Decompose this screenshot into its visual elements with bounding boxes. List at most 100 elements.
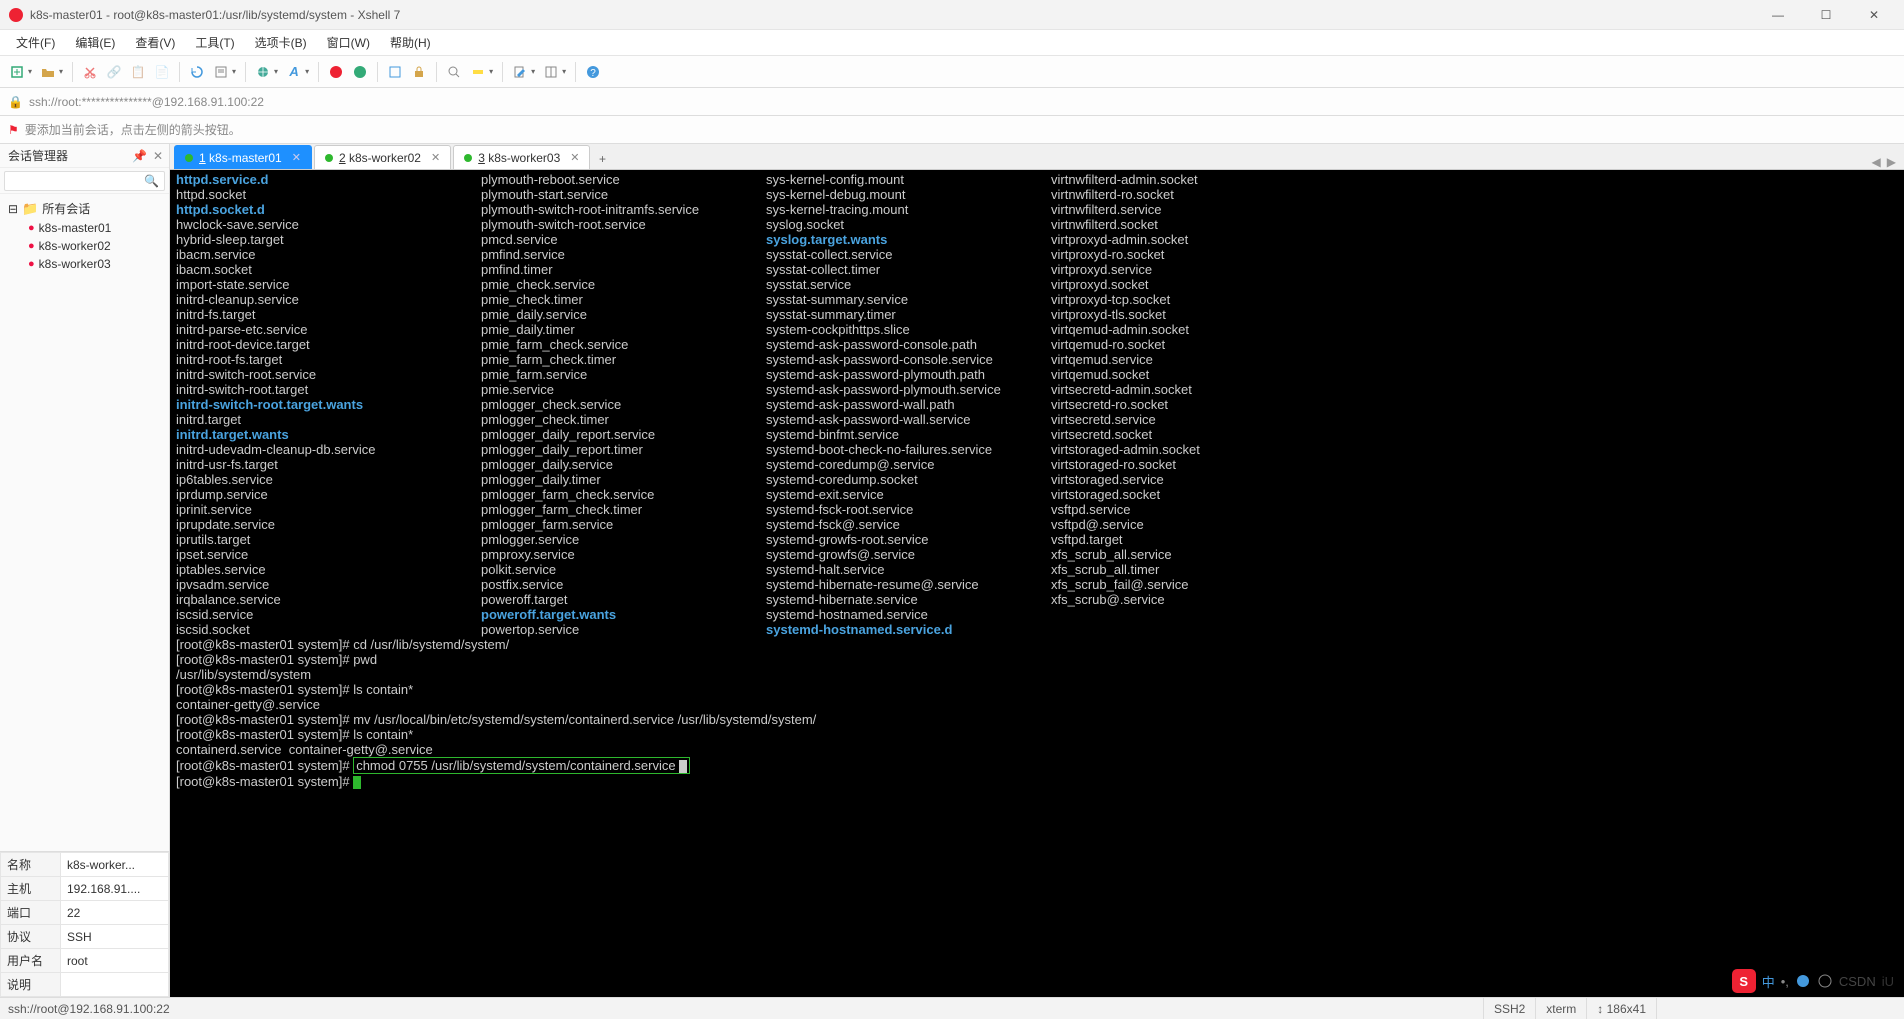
status-term: xterm	[1535, 998, 1586, 1019]
close-icon[interactable]: ✕	[431, 151, 440, 164]
lock-icon: 🔒	[8, 95, 23, 109]
tab-label: 1 k8s-master01	[199, 151, 282, 165]
reconnect-icon[interactable]	[186, 61, 208, 83]
sidebar-header: 会话管理器 📌 ✕	[0, 144, 169, 168]
term-row: initrd-switch-root.target.wantspmlogger_…	[176, 397, 1898, 412]
menu-item[interactable]: 选项卡(B)	[245, 31, 317, 54]
term-row: ip6tables.servicepmlogger_daily.timersys…	[176, 472, 1898, 487]
svg-text:?: ?	[590, 68, 596, 79]
lock-icon[interactable]	[408, 61, 430, 83]
term-row: iprdump.servicepmlogger_farm_check.servi…	[176, 487, 1898, 502]
tab-next-icon[interactable]: ▶	[1887, 155, 1896, 169]
close-button[interactable]: ✕	[1852, 1, 1896, 29]
menu-item[interactable]: 帮助(H)	[380, 31, 441, 54]
term-row: initrd-fs.targetpmie_daily.servicesyssta…	[176, 307, 1898, 322]
tab[interactable]: 1 k8s-master01 ✕	[174, 145, 312, 169]
prop-val: 22	[61, 901, 169, 925]
cut-icon[interactable]	[79, 61, 101, 83]
sidebar: 会话管理器 📌 ✕ 🔍 ⊟ 📁 所有会话 ● k8s-master01 ●k8s-w…	[0, 144, 170, 997]
help-icon[interactable]: ?	[582, 61, 604, 83]
tab-prev-icon[interactable]: ◀	[1872, 155, 1881, 169]
menu-item[interactable]: 窗口(W)	[317, 31, 380, 54]
maximize-button[interactable]: ☐	[1804, 1, 1848, 29]
open-folder-icon[interactable]	[37, 61, 59, 83]
tab[interactable]: 2 k8s-worker02✕	[314, 145, 451, 169]
term-line: [root@k8s-master01 system]# ls contain*	[176, 727, 1898, 742]
tree-host-label: k8s-worker03	[39, 257, 111, 271]
fullscreen-icon[interactable]	[384, 61, 406, 83]
tree-root-label: 所有会话	[42, 200, 90, 217]
address-text[interactable]: ssh://root:***************@192.168.91.10…	[29, 95, 264, 109]
tab-nav: ◀ ▶	[1872, 155, 1896, 169]
search-icon[interactable]	[443, 61, 465, 83]
link-icon[interactable]: 🔗	[103, 61, 125, 83]
minus-icon: ⊟	[8, 202, 18, 216]
globe-icon[interactable]	[252, 61, 274, 83]
properties-icon[interactable]	[210, 61, 232, 83]
tab[interactable]: 3 k8s-worker03✕	[453, 145, 590, 169]
prop-row: 名称k8s-worker...	[1, 853, 169, 877]
prop-key: 协议	[1, 925, 61, 949]
tree-host[interactable]: ● k8s-master01	[0, 219, 169, 237]
new-session-icon[interactable]	[6, 61, 28, 83]
term-line: /usr/lib/systemd/system	[176, 667, 1898, 682]
term-row: initrd-switch-root.servicepmie_farm.serv…	[176, 367, 1898, 382]
term-row: hwclock-save.serviceplymouth-switch-root…	[176, 217, 1898, 232]
menu-item[interactable]: 编辑(E)	[65, 31, 125, 54]
xshell-icon[interactable]	[325, 61, 347, 83]
menu-item[interactable]: 查看(V)	[125, 31, 185, 54]
term-row: iscsid.servicepoweroff.target.wantssyste…	[176, 607, 1898, 622]
titlebar: k8s-master01 - root@k8s-master01:/usr/li…	[0, 0, 1904, 30]
term-line: [root@k8s-master01 system]# cd /usr/lib/…	[176, 637, 1898, 652]
mic-icon	[1795, 973, 1811, 989]
term-row: initrd-root-fs.targetpmie_farm_check.tim…	[176, 352, 1898, 367]
tree-root[interactable]: ⊟ 📁 所有会话	[0, 198, 169, 219]
tree-host-label: k8s-worker02	[39, 239, 111, 253]
minimize-button[interactable]: ―	[1756, 1, 1800, 29]
prop-key: 用户名	[1, 949, 61, 973]
pin-icon[interactable]: 📌	[132, 149, 147, 163]
font-icon[interactable]: A	[283, 61, 305, 83]
app-icon	[8, 7, 24, 23]
term-line: [root@k8s-master01 system]# chmod 0755 /…	[176, 757, 1898, 774]
prop-val: k8s-worker...	[61, 853, 169, 877]
menu-item[interactable]: 文件(F)	[6, 31, 65, 54]
folder-icon: 📁	[22, 201, 38, 217]
tree-host[interactable]: ●k8s-worker02	[0, 237, 169, 255]
term-row: ipset.servicepmproxy.servicesystemd-grow…	[176, 547, 1898, 562]
term-line: container-getty@.service	[176, 697, 1898, 712]
add-tab-button[interactable]: +	[592, 149, 612, 169]
highlight-icon[interactable]	[467, 61, 489, 83]
tree-host-label: k8s-master01	[39, 221, 112, 235]
prop-row: 协议SSH	[1, 925, 169, 949]
menu-item[interactable]: 工具(T)	[185, 31, 244, 54]
prop-row: 主机192.168.91....	[1, 877, 169, 901]
watermark: CSDN	[1839, 974, 1876, 989]
compose-icon[interactable]	[509, 61, 531, 83]
term-row: initrd.targetpmlogger_check.timersystemd…	[176, 412, 1898, 427]
terminal[interactable]: httpd.service.dplymouth-reboot.servicesy…	[170, 170, 1904, 997]
tree-host[interactable]: ●k8s-worker03	[0, 255, 169, 273]
close-icon[interactable]: ✕	[570, 151, 579, 164]
xftp-icon[interactable]	[349, 61, 371, 83]
close-icon[interactable]: ✕	[153, 149, 163, 163]
window-title: k8s-master01 - root@k8s-master01:/usr/li…	[30, 8, 1756, 22]
prop-row: 端口22	[1, 901, 169, 925]
host-icon: ●	[28, 222, 35, 234]
status-dot-icon	[185, 154, 193, 162]
term-row: iscsid.socketpowertop.servicesystemd-hos…	[176, 622, 1898, 637]
copy-icon[interactable]: 📋	[127, 61, 149, 83]
search-input[interactable]	[4, 171, 165, 191]
prop-key: 端口	[1, 901, 61, 925]
prop-val: root	[61, 949, 169, 973]
prop-val	[61, 973, 169, 997]
term-line: [root@k8s-master01 system]# pwd	[176, 652, 1898, 667]
term-row: httpd.service.dplymouth-reboot.servicesy…	[176, 172, 1898, 187]
close-icon[interactable]: ✕	[292, 151, 301, 164]
sidebar-search: 🔍	[0, 168, 169, 194]
layout-icon[interactable]	[540, 61, 562, 83]
status-dot-icon	[325, 154, 333, 162]
paste-icon[interactable]: 📄	[151, 61, 173, 83]
term-line: [root@k8s-master01 system]# mv /usr/loca…	[176, 712, 1898, 727]
term-row: ibacm.servicepmfind.servicesysstat-colle…	[176, 247, 1898, 262]
